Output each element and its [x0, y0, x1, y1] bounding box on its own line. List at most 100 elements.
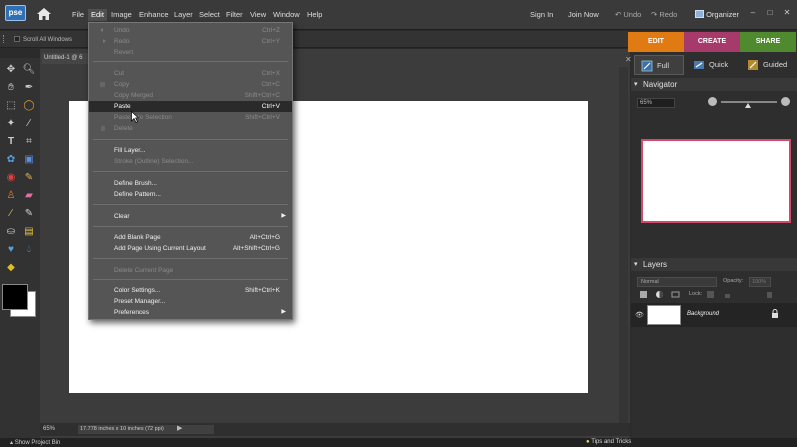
red-eye-tool-icon[interactable]: ◉	[4, 172, 18, 184]
menu-edit[interactable]: Edit	[88, 9, 107, 21]
lock-all-icon[interactable]	[723, 290, 732, 299]
type-tool-icon[interactable]: T	[4, 136, 18, 148]
document-info: 17.778 inches x 10 inches (72 ppi)	[78, 425, 214, 434]
document-tab[interactable]: Untitled-1 @ 6	[42, 53, 88, 64]
crop-tool-icon[interactable]: ⌗	[22, 136, 36, 148]
menu-layer[interactable]: Layer	[171, 9, 196, 21]
menu-item-paste-label: Paste	[114, 103, 131, 110]
maximize-icon[interactable]: □	[765, 8, 775, 18]
minimize-icon[interactable]: –	[748, 8, 758, 18]
opacity-field[interactable]: 100%	[749, 277, 771, 287]
menu-item-color-settings[interactable]: Color Settings... Shift+Ctrl+K	[89, 285, 292, 296]
show-project-bin-button[interactable]: ▴ Show Project Bin	[10, 439, 60, 446]
zoom-tool-icon[interactable]: 🔍︎	[22, 64, 36, 76]
straighten-tool-icon[interactable]: ▣	[22, 154, 36, 166]
cookie-cutter-tool-icon[interactable]: ✿	[4, 154, 18, 166]
move-tool-icon[interactable]: ✥	[4, 64, 18, 76]
shape-tool-icon[interactable]: ♥	[4, 244, 18, 256]
menu-item-add-blank-page[interactable]: Add Blank Page Alt+Ctrl+G	[89, 232, 292, 243]
menu-view[interactable]: View	[247, 9, 269, 21]
home-icon	[37, 8, 51, 20]
menu-item-clear[interactable]: Clear ▶	[89, 211, 292, 222]
vertical-scrollbar[interactable]	[619, 67, 628, 424]
menu-item-undo[interactable]: Undo Ctrl+Z	[89, 25, 292, 36]
menu-item-delete[interactable]: Delete	[89, 123, 292, 134]
hand-tool-icon[interactable]: ✋︎	[4, 82, 18, 94]
mode-tab-share[interactable]: SHARE	[740, 32, 796, 52]
blur-tool-icon[interactable]: 💧︎	[22, 244, 36, 256]
sponge-tool-icon[interactable]: ◆	[4, 262, 18, 274]
menu-item-undo-shortcut: Ctrl+Z	[262, 27, 280, 34]
menu-select[interactable]: Select	[196, 9, 223, 21]
lock-label: Lock:	[689, 291, 703, 297]
close-window-icon[interactable]: ✕	[782, 8, 792, 18]
new-layer-icon[interactable]	[639, 290, 648, 299]
edit-mode-guided[interactable]: Guided	[741, 55, 791, 75]
menu-item-copy[interactable]: Copy Ctrl+C	[89, 79, 292, 90]
menu-item-define-brush[interactable]: Define Brush...	[89, 178, 292, 189]
status-menu-arrow-icon[interactable]: ▶	[177, 424, 182, 432]
link-layers-icon[interactable]	[671, 290, 680, 299]
menu-image[interactable]: Image	[108, 9, 135, 21]
navigator-slider-thumb[interactable]	[745, 103, 751, 108]
edit-mode-quick[interactable]: Quick	[687, 55, 737, 75]
home-button[interactable]	[36, 7, 52, 21]
menu-item-preset-manager[interactable]: Preset Manager...	[89, 296, 292, 307]
menu-item-stroke-selection[interactable]: Stroke (Outline) Selection...	[89, 156, 292, 167]
redo-button[interactable]: ↷ Redo	[651, 9, 677, 21]
eraser-tool-icon[interactable]: ▰	[22, 190, 36, 202]
eye-icon[interactable]: 👁︎	[635, 311, 644, 319]
menu-item-paste-into-selection[interactable]: Paste Into Selection Shift+Ctrl+V	[89, 112, 292, 123]
gradient-tool-icon[interactable]: ▤	[22, 226, 36, 238]
edit-menu-dropdown: Undo Ctrl+Z Redo Ctrl+Y Revert Cut Ctrl+X C…	[88, 22, 293, 320]
menu-file[interactable]: File	[69, 9, 87, 21]
mode-tab-edit[interactable]: EDIT	[628, 32, 684, 52]
menu-window[interactable]: Window	[270, 9, 303, 21]
menu-item-copy-merged[interactable]: Copy Merged Shift+Ctrl+C	[89, 90, 292, 101]
paint-bucket-tool-icon[interactable]: ⛀	[4, 226, 18, 238]
scroll-all-windows-checkbox[interactable]: Scroll All Windows	[14, 36, 72, 43]
join-now-link[interactable]: Join Now	[568, 9, 599, 21]
menu-enhance[interactable]: Enhance	[136, 9, 172, 21]
undo-button[interactable]: ↶ Undo	[615, 9, 641, 21]
navigator-preview[interactable]	[641, 139, 791, 223]
edit-mode-full[interactable]: Full	[634, 55, 684, 75]
menu-item-revert[interactable]: Revert	[89, 47, 292, 58]
foreground-color-swatch-front[interactable]	[2, 284, 28, 310]
menu-item-delete-current-page[interactable]: Delete Current Page	[89, 265, 292, 276]
adjustment-layer-icon[interactable]	[655, 290, 664, 299]
blend-mode-select[interactable]: Normal	[637, 277, 717, 287]
menu-item-define-pattern[interactable]: Define Pattern...	[89, 189, 292, 200]
magic-wand-tool-icon[interactable]: ✦	[4, 118, 18, 130]
layer-thumbnail	[647, 305, 681, 325]
navigator-zoom-field[interactable]: 65%	[637, 98, 675, 108]
tips-button[interactable]: ● Tips and Tricks	[586, 439, 631, 445]
organizer-button[interactable]: Organizer	[695, 9, 739, 21]
layers-panel-header[interactable]: Layers	[631, 258, 797, 271]
lasso-tool-icon[interactable]: ◯	[22, 100, 36, 112]
smart-brush-tool-icon[interactable]: ✎	[22, 208, 36, 220]
menu-item-preferences[interactable]: Preferences ▶	[89, 307, 292, 318]
zoom-in-icon[interactable]	[781, 97, 790, 106]
menu-help[interactable]: Help	[304, 9, 325, 21]
delete-layer-icon[interactable]	[765, 290, 774, 299]
clone-stamp-tool-icon[interactable]: ♙	[4, 190, 18, 202]
spot-healing-tool-icon[interactable]: ✎	[22, 172, 36, 184]
marquee-tool-icon[interactable]: ⬚	[4, 100, 18, 112]
menu-item-redo[interactable]: Redo Ctrl+Y	[89, 36, 292, 47]
menu-item-add-page-current-layout[interactable]: Add Page Using Current Layout Alt+Shift+C…	[89, 243, 292, 254]
zoom-out-icon[interactable]	[708, 97, 717, 106]
lock-transparency-icon[interactable]	[706, 290, 715, 299]
sign-in-link[interactable]: Sign In	[530, 9, 553, 21]
layer-row-background[interactable]: 👁︎ Background	[631, 303, 797, 327]
navigator-panel-header[interactable]: Navigator	[631, 78, 797, 91]
menu-filter[interactable]: Filter	[223, 9, 246, 21]
menu-item-paste[interactable]: Paste Ctrl+V	[89, 101, 292, 112]
brush-tool-icon[interactable]: ∕	[4, 208, 18, 220]
menu-item-cut[interactable]: Cut Ctrl+X	[89, 68, 292, 79]
eyedropper-tool-icon[interactable]: ✒	[22, 82, 36, 94]
menu-item-fill-layer[interactable]: Fill Layer...	[89, 145, 292, 156]
mode-tab-create[interactable]: CREATE	[684, 32, 740, 52]
selection-brush-tool-icon[interactable]: ∕	[22, 118, 36, 130]
menu-separator	[93, 171, 288, 172]
